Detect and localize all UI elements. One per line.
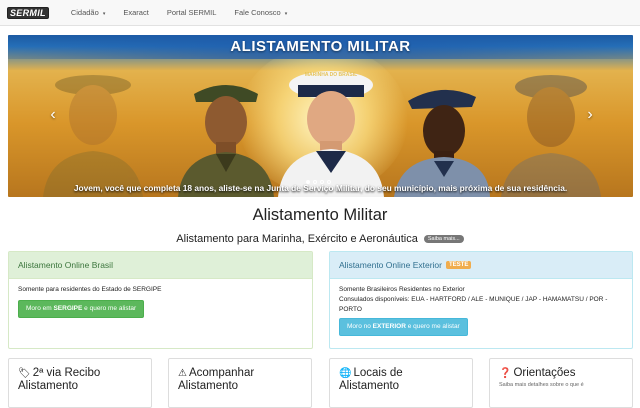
button-text: Moro em — [26, 305, 54, 312]
nav-item-label: Cidadão — [70, 8, 99, 17]
carousel-next-icon[interactable]: › — [583, 105, 597, 125]
soldier-airforce-image — [394, 89, 490, 197]
question-icon: ❓ — [499, 368, 512, 379]
panel-heading: Alistamento Online Exterior TESTE — [330, 252, 632, 279]
nav-item-fale-conosco[interactable]: Fale Conosco ▾ — [234, 8, 287, 17]
nav-item-label: Fale Conosco — [234, 8, 281, 17]
panel-body: Somente para residentes do Estado de SER… — [9, 279, 312, 324]
nav-item-portal-sermil[interactable]: Portal SERMIL — [167, 8, 217, 17]
consulados-text: Consulados disponíveis: EUA - HARTFORD /… — [339, 296, 608, 313]
button-text: e quero me alistar — [82, 305, 137, 312]
page-subtitle: Alistamento para Marinha, Exército e Aer… — [0, 233, 640, 245]
panel-body: Somente Brasileiros Residentes no Exteri… — [330, 279, 632, 342]
warning-icon: ⚠ — [178, 368, 187, 379]
card-segunda-via-recibo[interactable]: 🏷 2ª via Recibo Alistamento — [8, 358, 152, 408]
soldier-ghost-right-image — [501, 75, 601, 197]
brand-text: SERMIL — [7, 6, 49, 19]
panel-alistamento-brasil: Alistamento Online Brasil Somente para r… — [8, 251, 313, 349]
nav-item-label: Exaract — [123, 8, 149, 17]
button-text: e quero me alistar — [405, 323, 460, 330]
caret-down-icon: ▾ — [284, 11, 288, 17]
globe-icon: 🌐 — [339, 368, 352, 379]
card-title-text: Acompanhar Alistamento — [178, 367, 255, 392]
card-title: 🏷 2ª via Recibo Alistamento — [18, 367, 142, 392]
card-orientacoes[interactable]: ❓ Orientações Saiba mais detalhes sobre o… — [489, 358, 633, 408]
carousel-prev-icon[interactable]: ‹ — [46, 105, 60, 125]
panel-heading: Alistamento Online Brasil — [9, 252, 312, 279]
saiba-mais-badge[interactable]: Saiba mais... — [423, 235, 464, 244]
moro-em-sergipe-button[interactable]: Moro em SERGIPE e quero me alistar — [18, 300, 145, 318]
banner-title: ALISTAMENTO MILITAR — [230, 38, 411, 55]
button-strong-text: SERGIPE — [53, 305, 83, 312]
panel-heading-text: Alistamento Online Exterior — [339, 260, 442, 270]
card-title: 🌐 Locais de Alistamento — [339, 367, 463, 392]
moro-no-exterior-button[interactable]: Moro no EXTERIOR e quero me alistar — [339, 318, 468, 336]
top-navbar: SERMIL Cidadão ▾ Exaract Portal SERMIL F… — [0, 0, 640, 26]
card-title-text: Orientações — [513, 367, 576, 379]
soldier-navy-image — [278, 71, 384, 197]
nav-item-label: Portal SERMIL — [166, 8, 217, 17]
nav-item-exaract[interactable]: Exaract — [123, 8, 148, 17]
card-title: ❓ Orientações — [499, 367, 623, 380]
caret-down-icon: ▾ — [102, 11, 106, 17]
navy-cap-band-text: MARINHA DO BRASIL — [304, 72, 358, 78]
teste-badge: TESTE — [446, 261, 472, 269]
nav-item-cidadao[interactable]: Cidadão ▾ — [71, 8, 106, 17]
card-title: ⚠ Acompanhar Alistamento — [178, 367, 302, 392]
panel-text: Somente Brasileiros Residentes no Exteri… — [339, 286, 465, 293]
soldier-ghost-left-image — [43, 75, 143, 197]
hero-carousel: ALISTAMENTO MILITAR MARINHA DO BRASIL ‹ … — [8, 35, 633, 197]
tag-icon: 🏷 — [18, 368, 31, 379]
panel-alistamento-exterior: Alistamento Online Exterior TESTE Soment… — [329, 251, 633, 349]
card-locais-alistamento[interactable]: 🌐 Locais de Alistamento — [329, 358, 473, 408]
panel-text: Somente para residentes do Estado de SER… — [18, 286, 162, 293]
subtitle-text: Alistamento para Marinha, Exército e Aer… — [176, 233, 418, 245]
card-subtitle: Saiba mais detalhes sobre o que é — [499, 382, 584, 388]
button-strong-text: EXTERIOR — [372, 323, 406, 330]
page-title: Alistamento Militar — [252, 206, 388, 224]
button-text: Moro no — [347, 323, 373, 330]
card-acompanhar-alistamento[interactable]: ⚠ Acompanhar Alistamento — [168, 358, 312, 408]
carousel-caption: Jovem, você que completa 18 anos, aliste… — [73, 183, 568, 193]
brand-logo[interactable]: SERMIL — [7, 6, 49, 20]
soldier-army-image — [178, 85, 274, 197]
